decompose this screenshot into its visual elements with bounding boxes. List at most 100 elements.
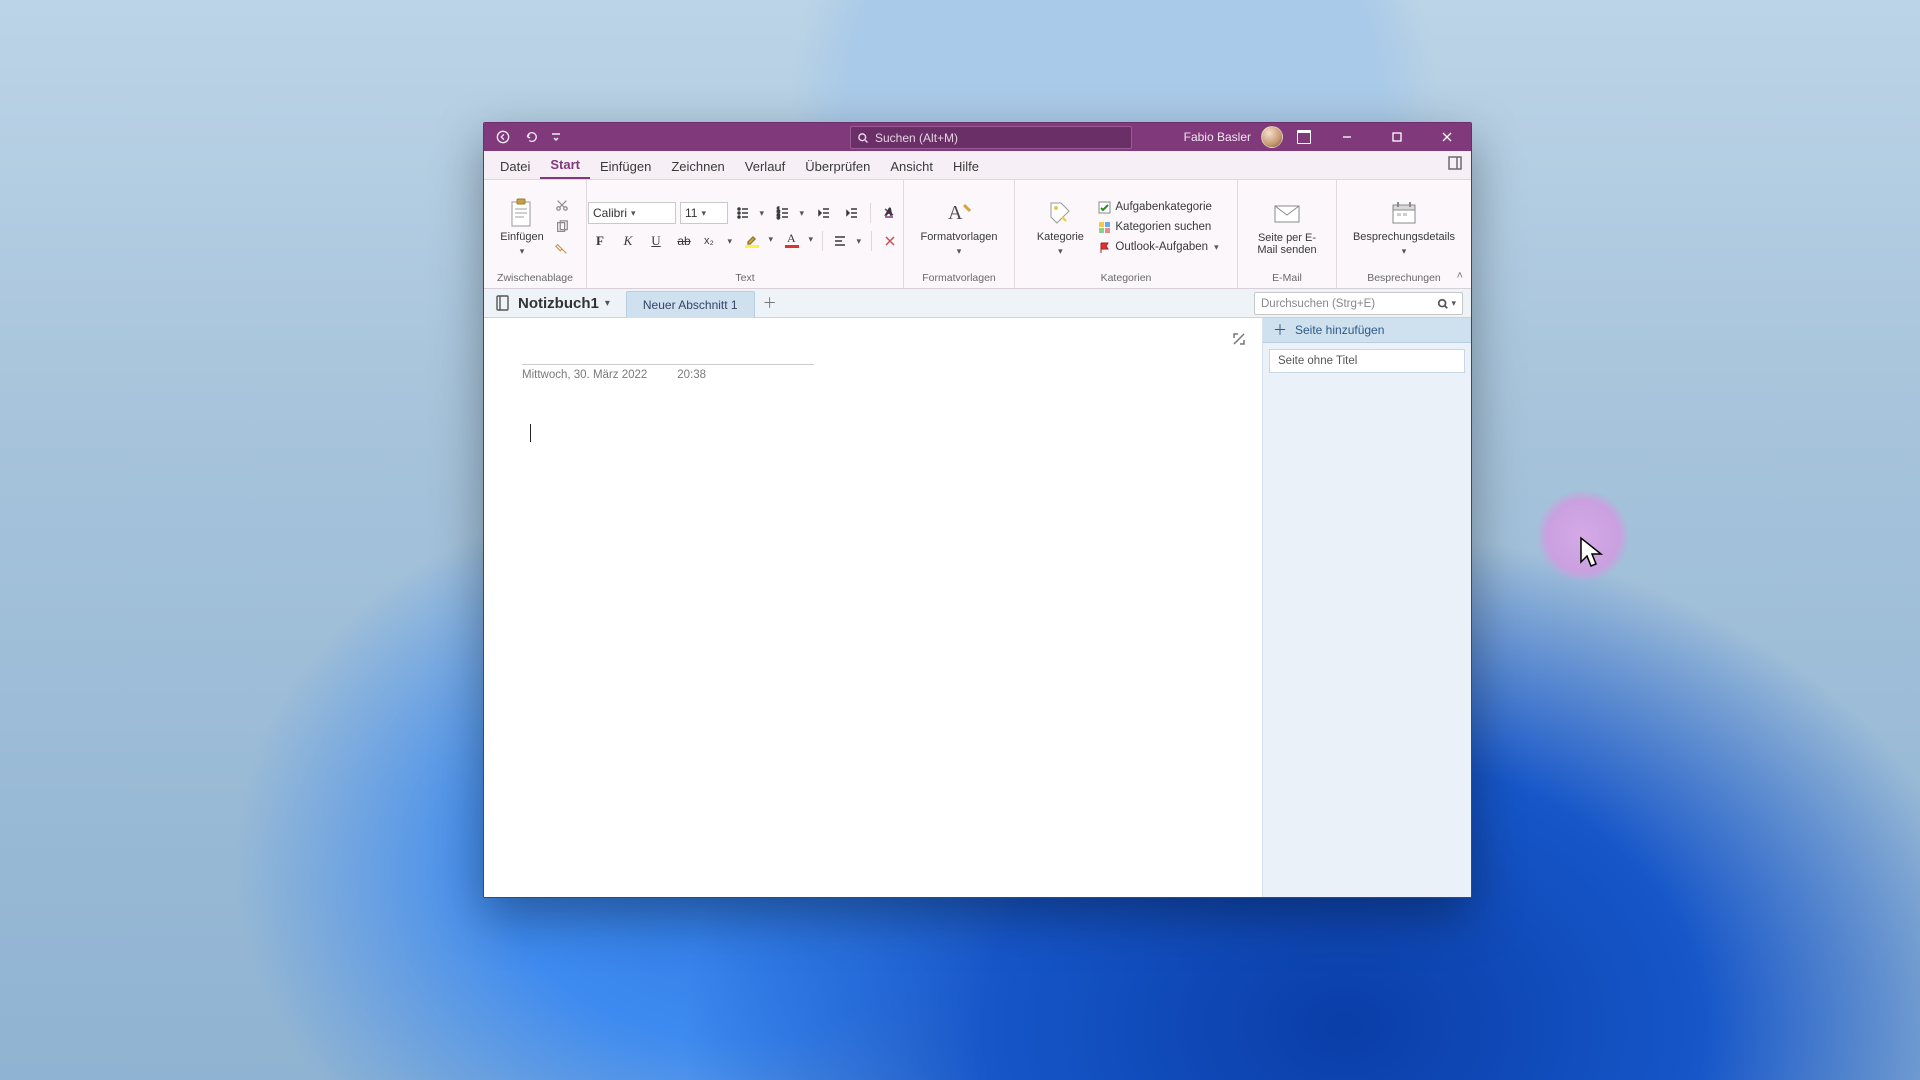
titlebar-search-placeholder: Suchen (Alt+M) bbox=[875, 131, 958, 145]
share-panel-button[interactable] bbox=[1447, 155, 1463, 174]
group-label-styles: Formatvorlagen bbox=[912, 270, 1006, 286]
underline-button[interactable]: U bbox=[644, 230, 668, 252]
page-time: 20:38 bbox=[677, 369, 706, 381]
svg-text:A: A bbox=[885, 207, 892, 217]
email-page-button[interactable]: Seite per E- Mail senden bbox=[1252, 199, 1322, 256]
page-date: Mittwoch, 30. März 2022 bbox=[522, 369, 647, 381]
copy-button[interactable] bbox=[553, 218, 571, 236]
search-categories-button[interactable]: Kategorien suchen bbox=[1097, 220, 1218, 234]
scissors-icon bbox=[555, 198, 569, 212]
search-icon bbox=[1437, 298, 1449, 310]
strikethrough-button[interactable]: ab bbox=[672, 230, 696, 252]
styles-icon: A bbox=[944, 198, 974, 228]
styles-button[interactable]: A Formatvorlagen ▾ bbox=[920, 198, 998, 257]
group-label-categories: Kategorien bbox=[1023, 270, 1229, 286]
undo-button[interactable] bbox=[522, 128, 540, 146]
notebook-bar: Notizbuch1 ▾ Neuer Abschnitt 1 ＋ Durchsu… bbox=[484, 289, 1471, 318]
add-section-button[interactable]: ＋ bbox=[759, 292, 781, 314]
pages-pane: ＋ Seite hinzufügen Seite ohne Titel bbox=[1262, 318, 1471, 897]
numbered-list-icon: 123 bbox=[776, 206, 790, 220]
maximize-button[interactable] bbox=[1375, 123, 1419, 151]
group-label-clipboard: Zwischenablage bbox=[492, 270, 578, 286]
ribbon-display-options[interactable] bbox=[1289, 123, 1319, 151]
highlight-button[interactable]: ▾ bbox=[740, 230, 776, 252]
section-tab[interactable]: Neuer Abschnitt 1 bbox=[626, 291, 755, 318]
notebook-search[interactable]: Durchsuchen (Strg+E) ▾ bbox=[1254, 292, 1463, 315]
align-icon bbox=[833, 234, 847, 248]
tab-verlauf[interactable]: Verlauf bbox=[735, 153, 795, 179]
customize-qat-button[interactable] bbox=[550, 128, 562, 146]
align-button[interactable]: ▾ bbox=[829, 230, 865, 252]
tab-hilfe[interactable]: Hilfe bbox=[943, 153, 989, 179]
outlook-tasks-button[interactable]: Outlook-Aufgaben ▾ bbox=[1097, 240, 1218, 254]
avatar[interactable] bbox=[1261, 126, 1283, 148]
svg-text:3: 3 bbox=[777, 215, 780, 220]
indent-icon bbox=[845, 206, 859, 220]
bold-button[interactable]: F bbox=[588, 230, 612, 252]
tab-einfuegen[interactable]: Einfügen bbox=[590, 153, 661, 179]
tab-ansicht[interactable]: Ansicht bbox=[880, 153, 943, 179]
close-button[interactable] bbox=[1425, 123, 1469, 151]
font-size-combo[interactable]: 11▾ bbox=[680, 202, 728, 224]
copy-icon bbox=[555, 220, 569, 234]
notebook-selector[interactable]: Notizbuch1 ▾ bbox=[484, 294, 620, 312]
chevron-down-icon: ▾ bbox=[520, 246, 525, 257]
envelope-icon bbox=[1272, 199, 1302, 229]
cut-button[interactable] bbox=[553, 196, 571, 214]
outdent-button[interactable] bbox=[812, 202, 836, 224]
outdent-icon bbox=[817, 206, 831, 220]
tab-ueberpruefen[interactable]: Überprüfen bbox=[795, 153, 880, 179]
delete-formatting-button[interactable] bbox=[878, 230, 902, 252]
bullet-list-icon bbox=[736, 206, 750, 220]
task-category-button[interactable]: Aufgabenkategorie bbox=[1097, 200, 1218, 214]
plus-icon: ＋ bbox=[1273, 320, 1287, 340]
add-page-button[interactable]: ＋ Seite hinzufügen bbox=[1263, 318, 1471, 343]
flag-icon bbox=[1097, 240, 1111, 254]
brush-icon bbox=[555, 242, 569, 256]
ribbon: Einfügen ▾ Zwischenablage bbox=[484, 180, 1471, 289]
calendar-icon bbox=[1389, 198, 1419, 228]
font-family-combo[interactable]: Calibri▾ bbox=[588, 202, 676, 224]
numbered-list-button[interactable]: 123▾ bbox=[772, 202, 808, 224]
page-list-item[interactable]: Seite ohne Titel bbox=[1269, 349, 1465, 373]
clear-format-icon: A bbox=[882, 206, 896, 220]
text-cursor bbox=[530, 424, 531, 442]
collapse-ribbon-button[interactable]: ˄ bbox=[1457, 270, 1463, 282]
tab-start[interactable]: Start bbox=[540, 151, 590, 179]
checkbox-icon bbox=[1097, 200, 1111, 214]
titlebar-search[interactable]: Suchen (Alt+M) bbox=[850, 126, 1132, 149]
title-bar: Seite ohne Titel - OneNote Suchen (Alt+M… bbox=[484, 123, 1471, 151]
user-name[interactable]: Fabio Basler bbox=[1184, 130, 1251, 144]
tab-datei[interactable]: Datei bbox=[490, 153, 540, 179]
category-button[interactable]: Kategorie ▾ bbox=[1033, 198, 1087, 257]
bullet-list-button[interactable]: ▾ bbox=[732, 202, 768, 224]
clear-formatting-button[interactable]: A bbox=[877, 202, 901, 224]
desktop-wallpaper: Seite ohne Titel - OneNote Suchen (Alt+M… bbox=[0, 0, 1920, 1080]
group-label-meetings: Besprechungen bbox=[1345, 270, 1463, 286]
mouse-cursor-icon bbox=[1579, 536, 1605, 575]
svg-text:A: A bbox=[948, 202, 963, 224]
paste-button[interactable]: Einfügen ▾ bbox=[499, 198, 545, 257]
back-button[interactable] bbox=[494, 128, 512, 146]
fullscreen-icon[interactable] bbox=[1232, 332, 1246, 346]
notebook-icon bbox=[494, 294, 512, 312]
subscript-button[interactable]: x₂▾ bbox=[700, 230, 736, 252]
x-icon bbox=[883, 234, 897, 248]
group-label-text: Text bbox=[595, 270, 895, 286]
cursor-highlight bbox=[1537, 490, 1629, 582]
onenote-window: Seite ohne Titel - OneNote Suchen (Alt+M… bbox=[483, 122, 1472, 898]
font-color-button[interactable]: A ▾ bbox=[780, 230, 816, 252]
indent-button[interactable] bbox=[840, 202, 864, 224]
page-dateline: Mittwoch, 30. März 2022 20:38 bbox=[522, 364, 814, 381]
page-canvas[interactable]: Mittwoch, 30. März 2022 20:38 bbox=[484, 318, 1262, 897]
format-painter-button[interactable] bbox=[553, 240, 571, 258]
paste-icon bbox=[507, 198, 537, 228]
ribbon-tabs: Datei Start Einfügen Zeichnen Verlauf Üb… bbox=[484, 151, 1471, 180]
content-area: Mittwoch, 30. März 2022 20:38 ＋ Seite hi… bbox=[484, 318, 1471, 897]
minimize-button[interactable] bbox=[1325, 123, 1369, 151]
italic-button[interactable]: K bbox=[616, 230, 640, 252]
meeting-details-button[interactable]: Besprechungsdetails ▾ bbox=[1351, 198, 1457, 257]
tab-zeichnen[interactable]: Zeichnen bbox=[661, 153, 734, 179]
tag-icon bbox=[1045, 198, 1075, 228]
search-tags-icon bbox=[1097, 220, 1111, 234]
